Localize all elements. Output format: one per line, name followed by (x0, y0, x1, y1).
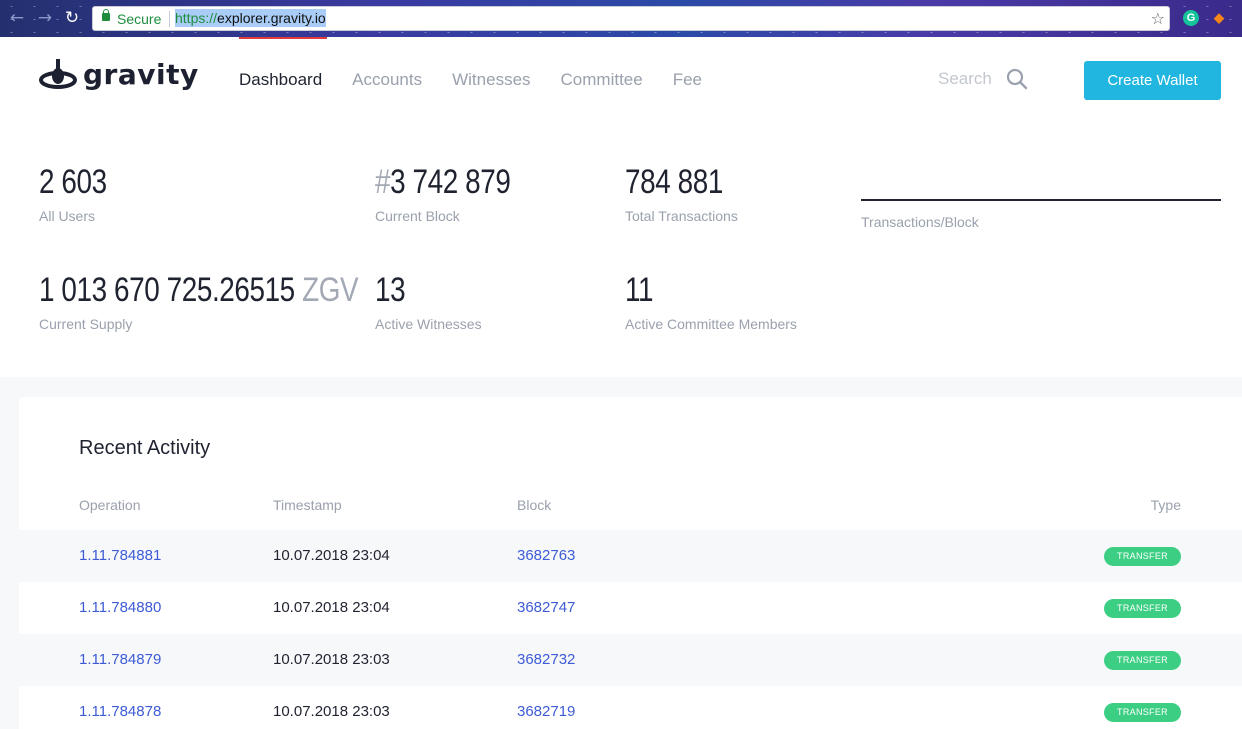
operation-link[interactable]: 1.11.784878 (79, 703, 161, 720)
search-box[interactable]: Search (938, 68, 1028, 90)
table-row: 1.11.784881 10.07.2018 23:04 3682763 TRA… (19, 530, 1242, 582)
column-header-operation: Operation (79, 497, 141, 513)
url-text[interactable]: https://explorer.gravity.io (175, 9, 326, 27)
stat-value: 2 603 (39, 163, 107, 201)
table-row: 1.11.784879 10.07.2018 23:03 3682732 TRA… (19, 634, 1242, 686)
type-badge: TRANSFER (1104, 599, 1181, 618)
gravity-logo[interactable]: gravity (39, 59, 199, 91)
type-badge: TRANSFER (1104, 651, 1181, 670)
nav-fee[interactable]: Fee (673, 70, 702, 90)
stat-value: 13 (375, 271, 406, 309)
metamask-extension-icon[interactable]: ◆ (1212, 10, 1226, 26)
stat-value: 1 013 670 725.26515 ZGV (39, 271, 359, 310)
url-host: explorer.gravity.io (217, 9, 326, 27)
stat-all-users: 2 603 All Users (39, 163, 122, 224)
back-arrow-icon[interactable]: ← (8, 9, 26, 27)
reload-icon[interactable]: ↻ (63, 9, 81, 27)
stat-label: All Users (39, 208, 96, 224)
recent-activity-card: Recent Activity Operation Timestamp Bloc… (19, 397, 1242, 729)
secure-label: Secure (117, 11, 162, 27)
timestamp: 10.07.2018 23:04 (273, 599, 390, 616)
search-icon[interactable] (1006, 68, 1028, 90)
grammarly-extension-icon[interactable]: G (1183, 10, 1199, 26)
stat-current-supply: 1 013 670 725.26515 ZGV Current Supply (39, 271, 428, 332)
supply-amount: 1 013 670 725.26515 (39, 271, 295, 309)
column-header-timestamp: Timestamp (273, 497, 342, 513)
timestamp: 10.07.2018 23:04 (273, 547, 390, 564)
table-row: 1.11.784878 10.07.2018 23:03 3682719 TRA… (19, 686, 1242, 729)
address-bar[interactable]: Secure https://explorer.gravity.io ☆ (92, 6, 1170, 31)
block-number: 3 742 879 (390, 163, 511, 201)
block-link[interactable]: 3682747 (517, 599, 575, 616)
browser-toolbar: ← → ↻ Secure https://explorer.gravity.io… (0, 0, 1242, 37)
bookmark-star-icon[interactable]: ☆ (1151, 9, 1165, 28)
stat-active-witnesses: 13 Active Witnesses (375, 271, 482, 332)
type-badge: TRANSFER (1104, 547, 1181, 566)
stat-value: 11 (625, 271, 654, 309)
operation-link[interactable]: 1.11.784879 (79, 651, 161, 668)
address-separator (169, 11, 170, 27)
stat-label: Active Witnesses (375, 316, 482, 332)
main-nav: Dashboard Accounts Witnesses Committee F… (239, 70, 732, 90)
nav-committee[interactable]: Committee (561, 70, 643, 90)
stat-label: Current Block (375, 208, 460, 224)
stat-current-block: #3 742 879 Current Block (375, 163, 540, 224)
block-link[interactable]: 3682732 (517, 651, 575, 668)
operation-link[interactable]: 1.11.784880 (79, 599, 161, 616)
operation-link[interactable]: 1.11.784881 (79, 547, 161, 564)
url-protocol: https:// (175, 9, 218, 27)
stat-value: 784 881 (625, 163, 723, 201)
table-row: 1.11.784880 10.07.2018 23:04 3682747 TRA… (19, 582, 1242, 634)
search-placeholder[interactable]: Search (938, 69, 992, 89)
nav-witnesses[interactable]: Witnesses (452, 70, 530, 90)
supply-unit: ZGV (302, 271, 359, 309)
active-nav-marker (239, 37, 327, 39)
stat-value: #3 742 879 (375, 163, 511, 202)
hash-prefix: # (375, 163, 391, 201)
forward-arrow-icon[interactable]: → (36, 9, 54, 27)
block-link[interactable]: 3682763 (517, 547, 575, 564)
recent-activity-title: Recent Activity (79, 437, 211, 459)
timestamp: 10.07.2018 23:03 (273, 703, 390, 720)
stat-active-committee: 11 Active Committee Members (625, 271, 797, 332)
brand-name: gravity (83, 58, 199, 91)
nav-accounts[interactable]: Accounts (352, 70, 422, 90)
type-badge: TRANSFER (1104, 703, 1181, 722)
transactions-per-block-label: Transactions/Block (861, 214, 979, 230)
gravity-logo-icon (39, 59, 77, 89)
stat-label: Total Transactions (625, 208, 738, 224)
column-header-block: Block (517, 497, 552, 513)
timestamp: 10.07.2018 23:03 (273, 651, 390, 668)
block-link[interactable]: 3682719 (517, 703, 575, 720)
stat-label: Active Committee Members (625, 316, 797, 332)
stat-total-transactions: 784 881 Total Transactions (625, 163, 744, 224)
nav-dashboard[interactable]: Dashboard (239, 70, 322, 90)
stat-label: Current Supply (39, 316, 133, 332)
transactions-per-block-chart-line (861, 199, 1221, 201)
column-header-type: Type (1150, 497, 1181, 513)
lock-icon (102, 9, 110, 21)
create-wallet-button[interactable]: Create Wallet (1084, 61, 1221, 100)
